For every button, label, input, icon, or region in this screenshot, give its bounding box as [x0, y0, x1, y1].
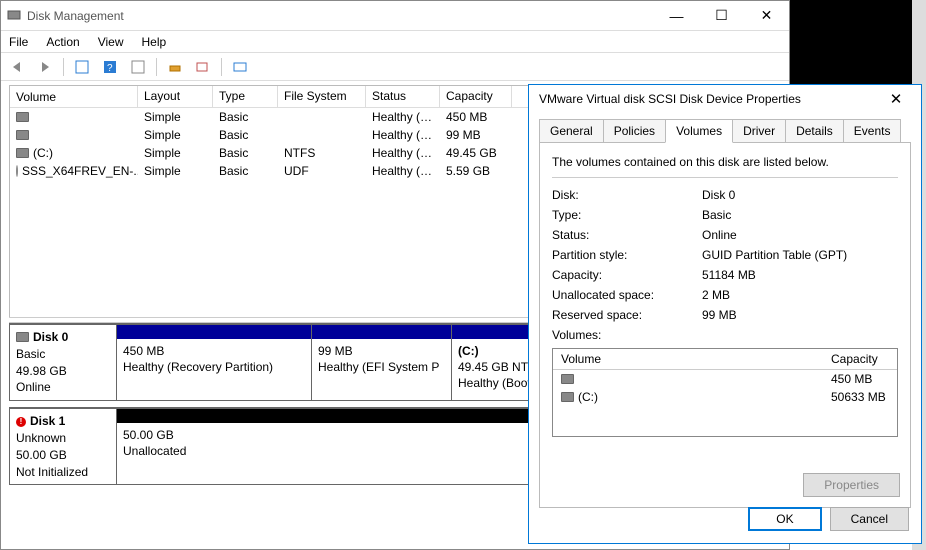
window-title: Disk Management — [27, 9, 124, 23]
volume-name: SSS_X64FREV_EN-... — [22, 164, 138, 178]
disk-icon — [561, 392, 574, 402]
disk-icon — [16, 130, 29, 140]
col-capacity[interactable]: Capacity — [440, 86, 512, 107]
col-layout[interactable]: Layout — [138, 86, 213, 107]
ok-button[interactable]: OK — [748, 507, 821, 531]
field-label: Unallocated space: — [552, 288, 702, 302]
volume-item[interactable]: 450 MB — [553, 370, 897, 388]
volume-name: (C:) — [33, 146, 53, 160]
toolbar-icon-3[interactable] — [128, 57, 148, 77]
field-label: Type: — [552, 208, 702, 222]
disk-icon — [561, 374, 574, 384]
tab-policies[interactable]: Policies — [603, 119, 666, 142]
col-fs[interactable]: File System — [278, 86, 366, 107]
forward-icon[interactable] — [35, 57, 55, 77]
field-value: 99 MB — [702, 308, 737, 322]
tab-volumes-page: The volumes contained on this disk are l… — [539, 142, 911, 508]
field-value: 2 MB — [702, 288, 730, 302]
menu-view[interactable]: View — [98, 35, 124, 49]
cd-icon — [16, 165, 18, 177]
field-label: Capacity: — [552, 268, 702, 282]
dialog-title: VMware Virtual disk SCSI Disk Device Pro… — [539, 92, 801, 106]
minimize-button[interactable]: — — [654, 1, 699, 30]
help-icon[interactable]: ? — [100, 57, 120, 77]
col-status[interactable]: Status — [366, 86, 440, 107]
menubar: File Action View Help — [1, 31, 789, 53]
menu-help[interactable]: Help — [142, 35, 167, 49]
field-label: Disk: — [552, 188, 702, 202]
disk-info: Disk 0Basic49.98 GBOnline — [9, 324, 117, 401]
properties-button: Properties — [803, 473, 900, 497]
device-properties-dialog: VMware Virtual disk SCSI Disk Device Pro… — [528, 84, 922, 544]
disk-info: !Disk 1Unknown50.00 GBNot Initialized — [9, 408, 117, 485]
dialog-tabs: GeneralPoliciesVolumesDriverDetailsEvent… — [539, 119, 911, 142]
volhead-volume[interactable]: Volume — [561, 352, 831, 366]
field-value: Basic — [702, 208, 731, 222]
volume-item[interactable]: (C:)50633 MB — [553, 388, 897, 406]
field-label: Status: — [552, 228, 702, 242]
volhead-capacity[interactable]: Capacity — [831, 352, 878, 366]
volumes-label: Volumes: — [552, 328, 898, 342]
titlebar[interactable]: Disk Management — ☐ ✕ — [1, 1, 789, 31]
field-value: Online — [702, 228, 737, 242]
error-icon: ! — [16, 417, 26, 427]
toolbar-icon-1[interactable] — [72, 57, 92, 77]
partition[interactable]: 450 MBHealthy (Recovery Partition) — [117, 324, 312, 401]
tab-details[interactable]: Details — [785, 119, 844, 142]
disk-icon — [16, 148, 29, 158]
toolbar-icon-5[interactable] — [193, 57, 213, 77]
disk-icon — [16, 332, 29, 342]
col-type[interactable]: Type — [213, 86, 278, 107]
tab-events[interactable]: Events — [843, 119, 902, 142]
toolbar-icon-6[interactable] — [230, 57, 250, 77]
field-label: Reserved space: — [552, 308, 702, 322]
svg-text:?: ? — [107, 63, 113, 74]
partition[interactable]: 50.00 GBUnallocated — [117, 408, 572, 485]
tab-driver[interactable]: Driver — [732, 119, 786, 142]
maximize-button[interactable]: ☐ — [699, 1, 744, 30]
tab-volumes[interactable]: Volumes — [665, 119, 733, 143]
dialog-titlebar[interactable]: VMware Virtual disk SCSI Disk Device Pro… — [529, 85, 921, 113]
disk-icon — [16, 112, 29, 122]
partition[interactable]: 99 MBHealthy (EFI System P — [312, 324, 452, 401]
tab-general[interactable]: General — [539, 119, 604, 142]
app-icon — [7, 7, 21, 24]
close-button[interactable]: ✕ — [744, 1, 789, 30]
back-icon[interactable] — [7, 57, 27, 77]
col-volume[interactable]: Volume — [10, 86, 138, 107]
tab-note: The volumes contained on this disk are l… — [552, 155, 898, 169]
menu-file[interactable]: File — [9, 35, 28, 49]
field-value: GUID Partition Table (GPT) — [702, 248, 847, 262]
menu-action[interactable]: Action — [46, 35, 79, 49]
field-value: Disk 0 — [702, 188, 735, 202]
cancel-button[interactable]: Cancel — [830, 507, 909, 531]
volumes-listbox[interactable]: Volume Capacity 450 MB(C:)50633 MB — [552, 348, 898, 437]
field-value: 51184 MB — [702, 268, 756, 282]
dialog-close-icon[interactable]: ✕ — [881, 90, 911, 108]
toolbar: ? — [1, 53, 789, 81]
field-label: Partition style: — [552, 248, 702, 262]
refresh-icon[interactable] — [165, 57, 185, 77]
